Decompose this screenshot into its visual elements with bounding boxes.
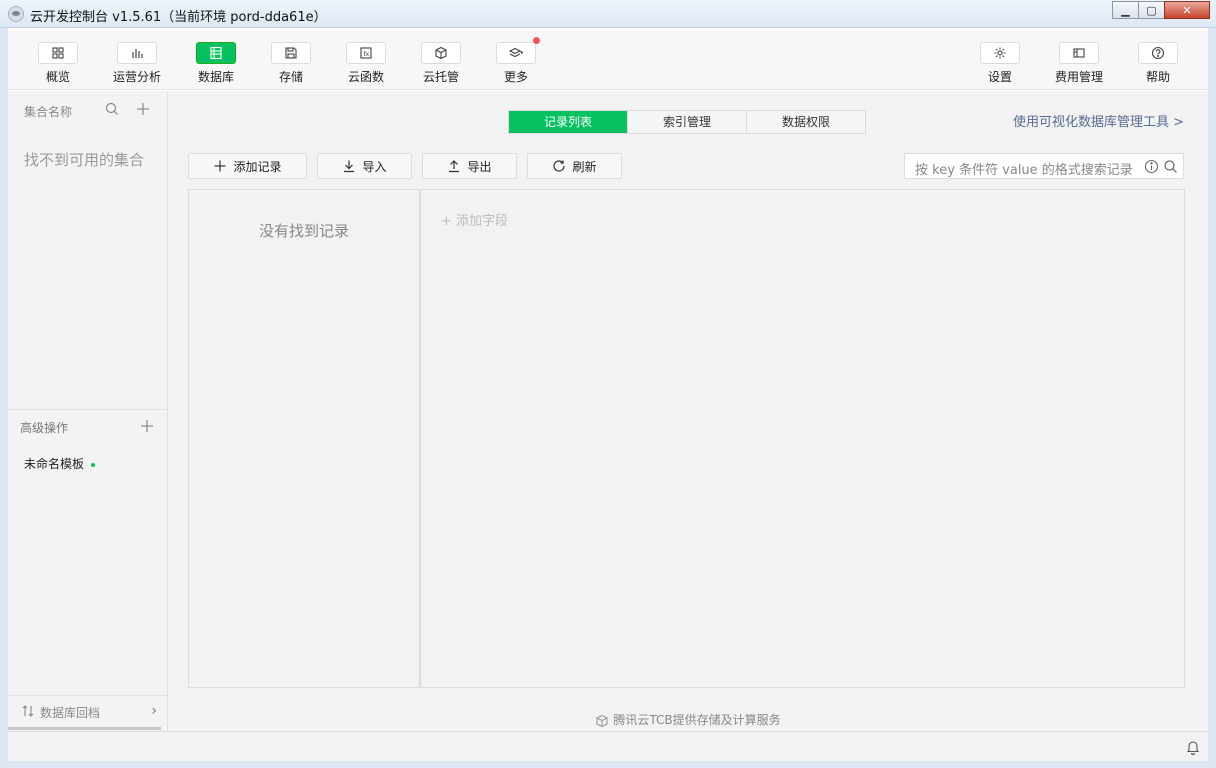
status-dot [91,462,96,467]
export-button[interactable]: 导出 [422,153,517,179]
add-field-button[interactable]: + 添加字段 [441,210,508,229]
export-label: 导出 [467,159,492,174]
sort-arrows-icon [22,705,34,717]
import-label: 导入 [362,159,387,174]
records-list-pane: 没有找到记录 [189,190,421,687]
toolbar-label: 云函数 [347,70,384,84]
save-icon [285,47,297,59]
layers-icon [509,47,523,58]
template-item[interactable]: 未命名模板 [24,455,96,472]
help-icon [1151,46,1165,60]
tab-records[interactable]: 记录列表 [509,111,627,133]
template-label: 未命名模板 [24,457,85,471]
database-icon [210,46,222,60]
sidebar-divider [8,409,167,410]
chevron-right-icon: › [151,703,157,719]
toolbar-label: 运营分析 [112,70,161,84]
window-border-bottom [0,761,1216,768]
window-title: 云开发控制台 v1.5.61（当前环境 pord-dda61e） [30,10,327,25]
import-button[interactable]: 导入 [317,153,412,179]
bell-icon[interactable] [1186,739,1200,755]
refresh-button[interactable]: 刷新 [527,153,622,179]
visual-tool-link[interactable]: 使用可视化数据库管理工具 > [1013,111,1184,130]
toolbar-analytics[interactable]: 运营分析 [107,42,167,85]
bar-chart-icon [132,49,143,58]
add-record-label: 添加记录 [233,159,282,174]
toolbar-label: 云托管 [422,70,459,84]
footer-text: 腾讯云TCB提供存储及计算服务 [613,713,781,727]
window-border-right [1208,28,1216,768]
window-controls: ▁ ▢ ✕ [1112,1,1210,19]
toolbar-help[interactable]: 帮助 [1128,42,1188,85]
refresh-icon [553,160,566,172]
sidebar-scrollbar[interactable] [8,727,161,730]
tab-indexes[interactable]: 索引管理 [627,111,746,133]
rollback-label: 数据库回档 [40,706,101,720]
close-button[interactable]: ✕ [1164,1,1210,19]
footer-credit: 腾讯云TCB提供存储及计算服务 [168,711,1208,728]
toolbar-overview[interactable]: 概览 [28,42,88,85]
tab-permissions[interactable]: 数据权限 [746,111,865,133]
app-icon [8,6,24,22]
grid-icon [52,47,64,59]
toolbar-label: 帮助 [1145,70,1170,84]
empty-records-text: 没有找到记录 [258,222,349,240]
advanced-title: 高级操作 [20,421,69,435]
gear-icon [994,47,1006,59]
cube-icon [435,46,447,60]
toolbar-functions[interactable]: fx 云函数 [336,42,396,85]
toolbar-more[interactable]: 更多 [486,37,546,85]
title-bar: 云开发控制台 v1.5.61（当前环境 pord-dda61e） ▁ ▢ ✕ [0,0,1216,28]
toolbar-label: 数据库 [197,70,234,84]
records-grid: 没有找到记录 + 添加字段 [188,189,1185,688]
tencent-cloud-logo-icon [596,714,608,727]
view-tabs: 记录列表 索引管理 数据权限 [508,110,866,134]
refresh-label: 刷新 [572,159,597,174]
status-bar [8,731,1208,761]
wallet-icon [1073,48,1085,58]
notification-dot [533,37,540,44]
database-rollback[interactable]: 数据库回档 › [8,695,167,725]
toolbar-database[interactable]: 数据库 [186,42,246,85]
toolbar-label: 费用管理 [1054,70,1103,84]
minimize-button[interactable]: ▁ [1112,1,1139,19]
collections-title: 集合名称 [24,105,73,119]
add-template-icon[interactable] [139,418,155,434]
collections-sidebar: 集合名称 找不到可用的集合 高级操作 未命名模板 数据库回档 › [8,91,168,731]
toolbar-label: 更多 [503,70,528,84]
info-icon[interactable] [1144,159,1159,174]
toolbar-label: 概览 [45,70,70,84]
maximize-button[interactable]: ▢ [1138,1,1165,19]
main-panel: 记录列表 索引管理 数据权限 使用可视化数据库管理工具 > 添加记录 导入 导出… [168,91,1208,731]
toolbar-label: 存储 [278,70,303,84]
svg-text:fx: fx [364,51,370,58]
top-toolbar: 概览 运营分析 数据库 存储 fx 云函数 云托管 更多 设置 费用管理 帮助 [8,30,1208,90]
add-record-button[interactable]: 添加记录 [188,153,307,179]
plus-icon [214,160,226,172]
empty-collections-text: 找不到可用的集合 [24,151,145,169]
record-search-input[interactable]: 按 key 条件符 value 的格式搜索记录 [904,153,1184,179]
toolbar-billing[interactable]: 费用管理 [1049,42,1109,85]
toolbar-settings[interactable]: 设置 [970,42,1030,85]
search-placeholder: 按 key 条件符 value 的格式搜索记录 [915,163,1133,178]
toolbar-cloud-hosting[interactable]: 云托管 [411,42,471,85]
upload-icon [449,160,460,173]
toolbar-label: 设置 [987,70,1012,84]
toolbar-storage[interactable]: 存储 [261,42,321,85]
search-icon[interactable] [104,101,120,117]
function-icon: fx [360,47,372,59]
add-collection-icon[interactable] [135,101,151,117]
download-icon [344,160,355,173]
window-border-left [0,28,8,768]
search-icon[interactable] [1163,159,1178,174]
